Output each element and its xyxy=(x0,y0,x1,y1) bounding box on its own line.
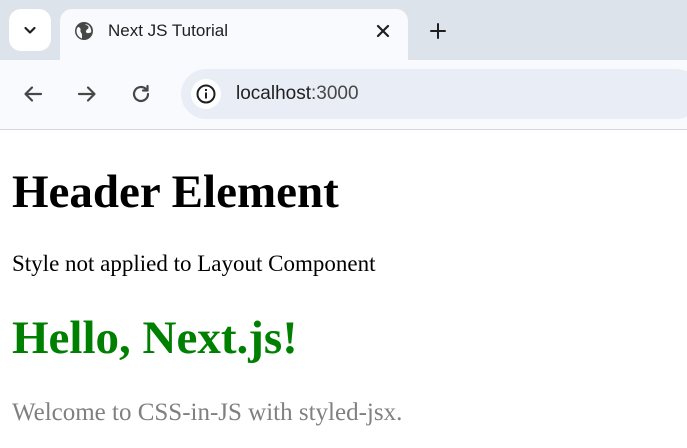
tab-active[interactable]: Next JS Tutorial xyxy=(60,9,408,60)
style-note-text: Style not applied to Layout Component xyxy=(12,251,376,276)
globe-icon xyxy=(75,22,93,40)
header-element-heading: Header Element xyxy=(12,166,339,218)
tab-title: Next JS Tutorial xyxy=(108,21,228,40)
arrow-right-icon xyxy=(77,86,96,102)
welcome-text: Welcome to CSS-in-JS with styled-jsx. xyxy=(12,399,403,426)
site-info-button[interactable] xyxy=(191,79,221,109)
hello-heading: Hello, Next.js! xyxy=(12,312,298,364)
tab-close-button[interactable] xyxy=(372,20,394,42)
chevron-down-icon xyxy=(24,26,36,34)
back-button[interactable] xyxy=(19,80,47,108)
url-port: :3000 xyxy=(311,83,359,104)
close-icon xyxy=(376,24,390,38)
reload-button[interactable] xyxy=(127,80,155,108)
tab-search-button[interactable] xyxy=(9,9,51,51)
tab-strip: Next JS Tutorial xyxy=(0,0,687,60)
url-text[interactable]: localhost:3000 xyxy=(236,82,359,106)
reload-icon xyxy=(132,84,150,103)
forward-button[interactable] xyxy=(73,80,101,108)
arrow-left-icon xyxy=(24,86,43,102)
info-icon xyxy=(196,84,216,104)
new-tab-button[interactable] xyxy=(424,17,452,45)
address-bar[interactable]: localhost:3000 xyxy=(181,69,687,119)
url-host: localhost xyxy=(236,83,311,104)
toolbar: localhost:3000 xyxy=(0,60,687,130)
browser-window: Next JS Tutorial localhost:3000 Header E… xyxy=(0,0,687,448)
plus-icon xyxy=(430,23,446,39)
page-content: Header Element Style not applied to Layo… xyxy=(0,130,687,448)
